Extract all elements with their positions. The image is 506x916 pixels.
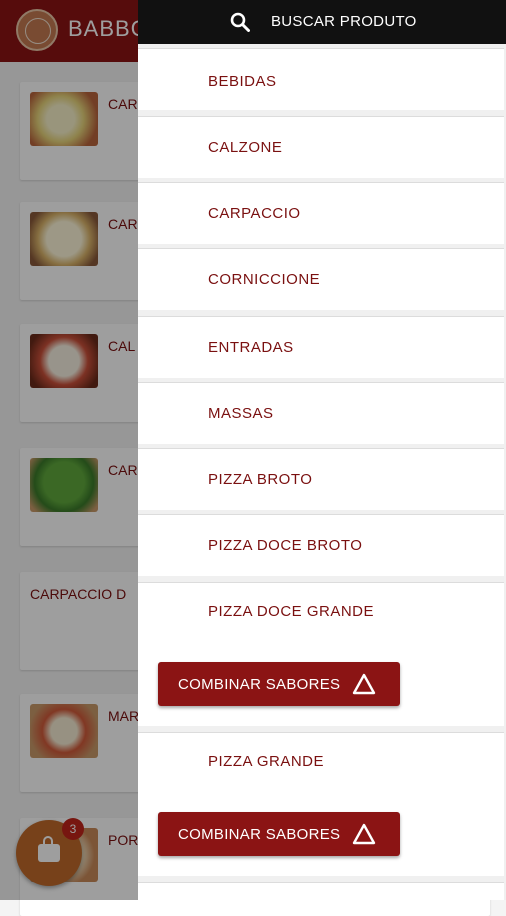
category-item-corniccione[interactable]: CORNICCIONE — [138, 248, 504, 310]
category-label: MASSAS — [208, 405, 274, 422]
category-item-pizza-broto[interactable]: PIZZA BROTO — [138, 448, 504, 510]
search-bar[interactable]: BUSCAR PRODUTO — [138, 0, 506, 44]
category-drawer: BUSCAR PRODUTO BEBIDAS CALZONE CARPACCIO… — [138, 0, 506, 900]
category-label: CALZONE — [208, 139, 283, 156]
combine-flavors-button[interactable]: COMBINAR SABORES — [158, 812, 400, 856]
category-label: PIZZA GRANDE — [208, 753, 325, 770]
triangle-up-icon — [352, 673, 376, 695]
category-label: PIZZA DOCE BROTO — [208, 537, 363, 554]
combine-flavors-label: COMBINAR SABORES — [178, 826, 341, 843]
category-item-bebidas[interactable]: BEBIDAS — [138, 48, 504, 110]
category-label: PIZZA BROTO — [208, 471, 313, 488]
triangle-up-icon — [352, 823, 376, 845]
category-item-next[interactable] — [138, 882, 504, 900]
search-label: BUSCAR PRODUTO — [271, 13, 417, 30]
category-label: ENTRADAS — [208, 339, 294, 356]
combine-flavors-button[interactable]: COMBINAR SABORES — [158, 662, 400, 706]
category-item-pizza-doce-broto[interactable]: PIZZA DOCE BROTO — [138, 514, 504, 576]
category-item-entradas[interactable]: ENTRADAS — [138, 316, 504, 378]
category-item-pizza-grande[interactable]: PIZZA GRANDE COMBINAR SABORES — [138, 732, 504, 876]
category-item-massas[interactable]: MASSAS — [138, 382, 504, 444]
combine-flavors-label: COMBINAR SABORES — [178, 676, 341, 693]
category-item-carpaccio[interactable]: CARPACCIO — [138, 182, 504, 244]
category-item-pizza-doce-grande[interactable]: PIZZA DOCE GRANDE COMBINAR SABORES — [138, 582, 504, 726]
category-item-calzone[interactable]: CALZONE — [138, 116, 504, 178]
category-label: CARPACCIO — [208, 205, 301, 222]
category-label: PIZZA DOCE GRANDE — [208, 603, 375, 620]
search-icon — [230, 12, 250, 32]
category-label: CORNICCIONE — [208, 271, 321, 288]
category-label: BEBIDAS — [208, 73, 277, 90]
